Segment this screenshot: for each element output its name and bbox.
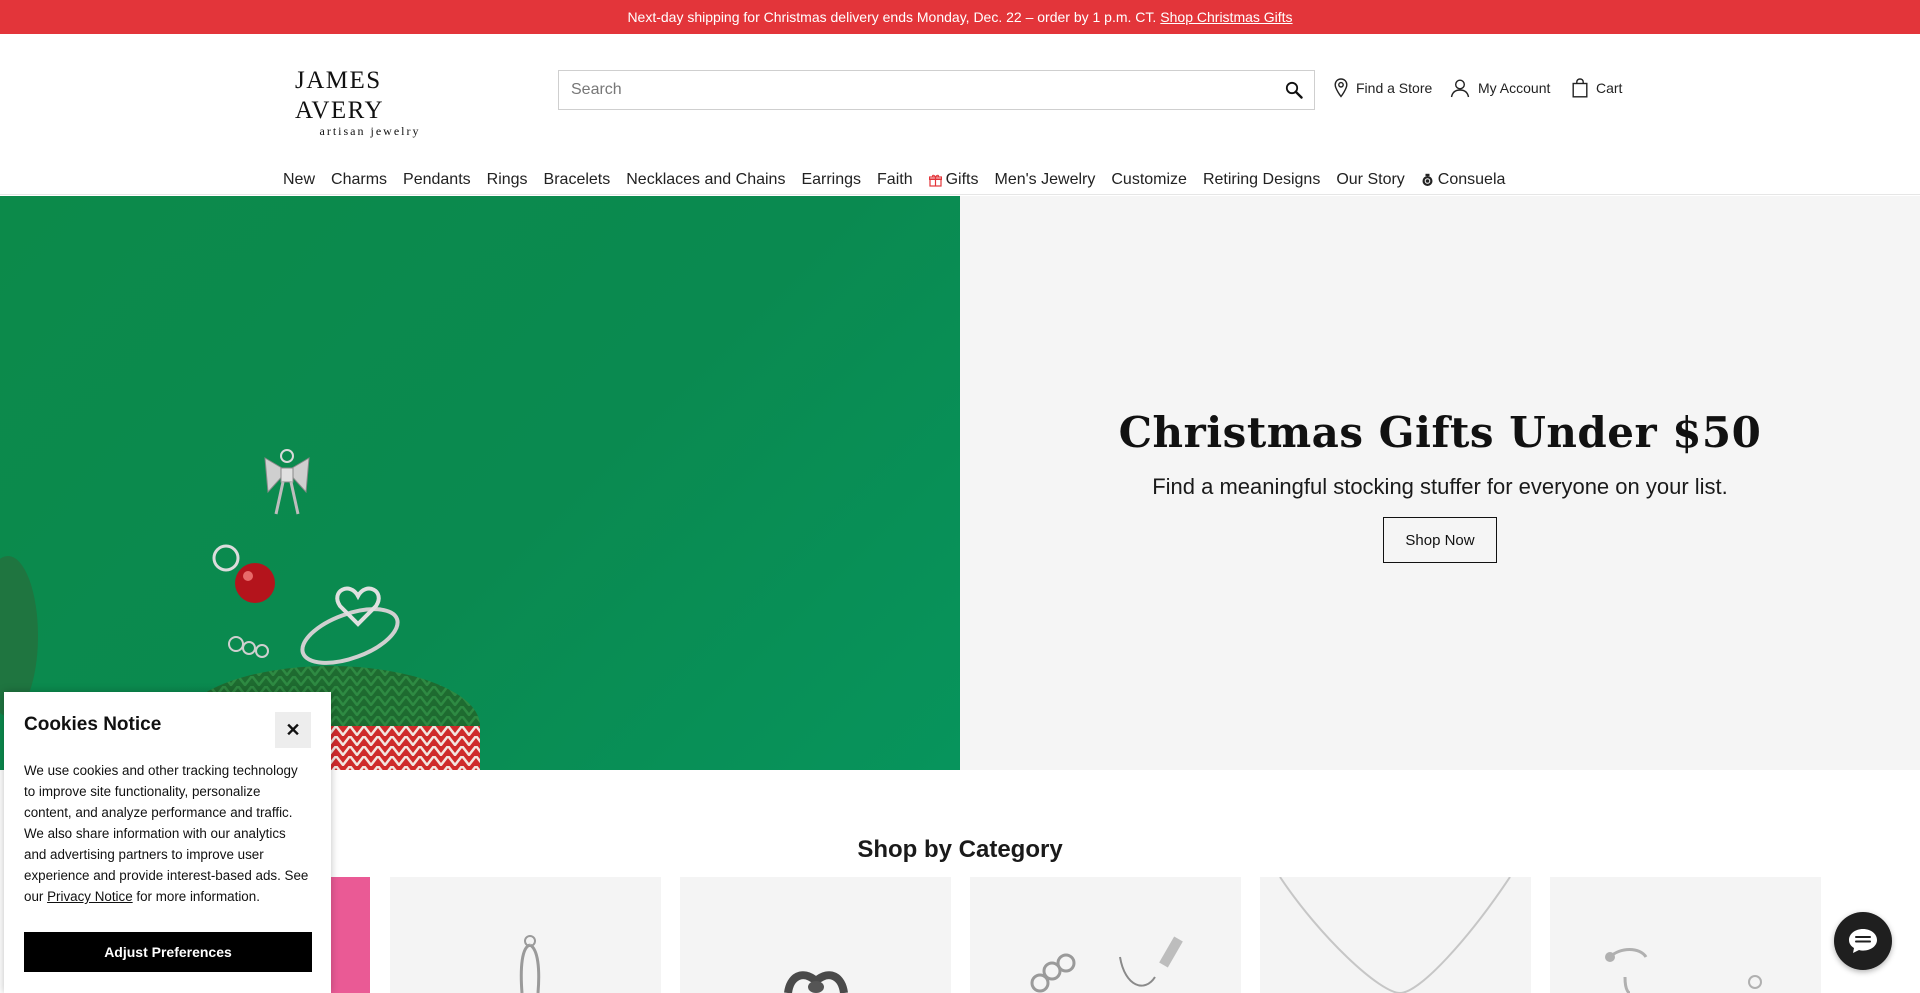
my-account-label: My Account	[1478, 80, 1551, 96]
cookies-body-text-end: for more information.	[132, 889, 260, 904]
find-a-store-label: Find a Store	[1356, 80, 1433, 96]
nav-label: Gifts	[945, 171, 979, 188]
hero-jewelry-illustration	[0, 449, 480, 770]
category-tile[interactable]	[1550, 877, 1821, 993]
close-button[interactable]: ✕	[275, 712, 311, 748]
cart-label: Cart	[1596, 80, 1623, 96]
james-avery-logo[interactable]: JAMES AVERY artisan jewelry	[295, 66, 465, 138]
shop-now-button[interactable]: Shop Now	[1383, 517, 1497, 563]
nav-label: Bracelets	[543, 171, 611, 188]
hero-image[interactable]	[0, 196, 960, 770]
shopping-bag-icon	[1572, 78, 1588, 98]
nav-item-gifts[interactable]: Gifts	[921, 170, 987, 190]
cookies-notice-dialog: Cookies Notice ✕ We use cookies and othe…	[4, 692, 331, 993]
cookies-notice-body: We use cookies and other tracking techno…	[24, 760, 311, 907]
site-header: JAMES AVERY artisan jewelry Find a Store…	[0, 34, 1920, 195]
cookies-notice-title: Cookies Notice	[24, 714, 162, 735]
chat-button[interactable]	[1834, 912, 1892, 970]
nav-item-our-story[interactable]: Our Story	[1328, 170, 1412, 190]
shop-christmas-gifts-link[interactable]: Shop Christmas Gifts	[1160, 9, 1292, 25]
nav-item-consuela[interactable]: Consuela	[1413, 170, 1514, 190]
nav-item-charms[interactable]: Charms	[323, 170, 395, 190]
my-account-link[interactable]: My Account	[1450, 76, 1550, 100]
search-icon	[1285, 81, 1303, 99]
close-icon: ✕	[285, 719, 301, 740]
category-tile[interactable]	[1260, 877, 1531, 993]
nav-label: Rings	[486, 171, 528, 188]
nav-label: Customize	[1111, 171, 1187, 188]
nav-label: Men's Jewelry	[994, 171, 1096, 188]
logo-tagline: artisan jewelry	[319, 124, 421, 138]
category-tile[interactable]	[390, 877, 661, 993]
category-tile[interactable]	[680, 877, 951, 993]
nav-item-rings[interactable]: Rings	[479, 170, 536, 190]
hero-subtitle: Find a meaningful stocking stuffer for e…	[1152, 474, 1728, 499]
category-image	[1279, 877, 1511, 993]
logo-wordmark: JAMES AVERY	[295, 66, 465, 126]
privacy-notice-link[interactable]: Privacy Notice	[47, 889, 133, 904]
cart-link[interactable]: Cart	[1572, 76, 1622, 100]
cookies-body-text: We use cookies and other tracking techno…	[24, 763, 309, 904]
search-button[interactable]	[1274, 71, 1314, 109]
nav-label: Earrings	[801, 171, 862, 188]
hero-banner: Christmas Gifts Under $50 Find a meaning…	[0, 196, 1920, 770]
promo-text: Next-day shipping for Christmas delivery…	[627, 9, 1157, 25]
chat-icon	[1849, 929, 1877, 953]
nav-label: Faith	[877, 171, 913, 188]
nav-item-faith[interactable]: Faith	[869, 170, 921, 190]
nav-item-earrings[interactable]: Earrings	[793, 170, 869, 190]
nav-item-necklaces-and-chains[interactable]: Necklaces and Chains	[618, 170, 793, 190]
find-a-store-link[interactable]: Find a Store	[1334, 76, 1432, 100]
nav-label: Our Story	[1336, 171, 1405, 188]
nav-item-bracelets[interactable]: Bracelets	[536, 170, 619, 190]
nav-label: Necklaces and Chains	[626, 171, 786, 188]
category-image	[784, 971, 848, 993]
logo-text: JAMES AVERY	[295, 67, 385, 124]
nav-item-pendants[interactable]: Pendants	[395, 170, 479, 190]
promo-banner: Next-day shipping for Christmas delivery…	[0, 0, 1920, 34]
category-tile[interactable]	[970, 877, 1241, 993]
user-icon	[1450, 79, 1470, 98]
nav-label: Pendants	[403, 171, 471, 188]
nav-item-new[interactable]: New	[283, 170, 323, 190]
nav-item-customize[interactable]: Customize	[1103, 170, 1195, 190]
gift-icon	[928, 174, 942, 187]
adjust-preferences-button[interactable]: Adjust Preferences	[24, 932, 312, 972]
nav-label: New	[283, 171, 316, 188]
nav-label: Consuela	[1437, 171, 1506, 188]
category-image	[1030, 936, 1183, 993]
search-bar	[558, 70, 1315, 110]
category-image	[519, 935, 541, 993]
hero-title: Christmas Gifts Under $50	[1118, 408, 1762, 457]
nav-label: Charms	[331, 171, 388, 188]
location-pin-icon	[1334, 78, 1348, 98]
nav-item-mens-jewelry[interactable]: Men's Jewelry	[987, 170, 1104, 190]
main-navigation: New Charms Pendants Rings Bracelets Neck…	[283, 170, 1513, 190]
nav-label: Retiring Designs	[1202, 171, 1321, 188]
consuela-icon	[1422, 173, 1433, 186]
search-input[interactable]	[559, 71, 1274, 109]
category-image	[1605, 948, 1762, 993]
nav-item-retiring-designs[interactable]: Retiring Designs	[1195, 170, 1328, 190]
hero-copy-panel: Christmas Gifts Under $50 Find a meaning…	[960, 196, 1920, 770]
